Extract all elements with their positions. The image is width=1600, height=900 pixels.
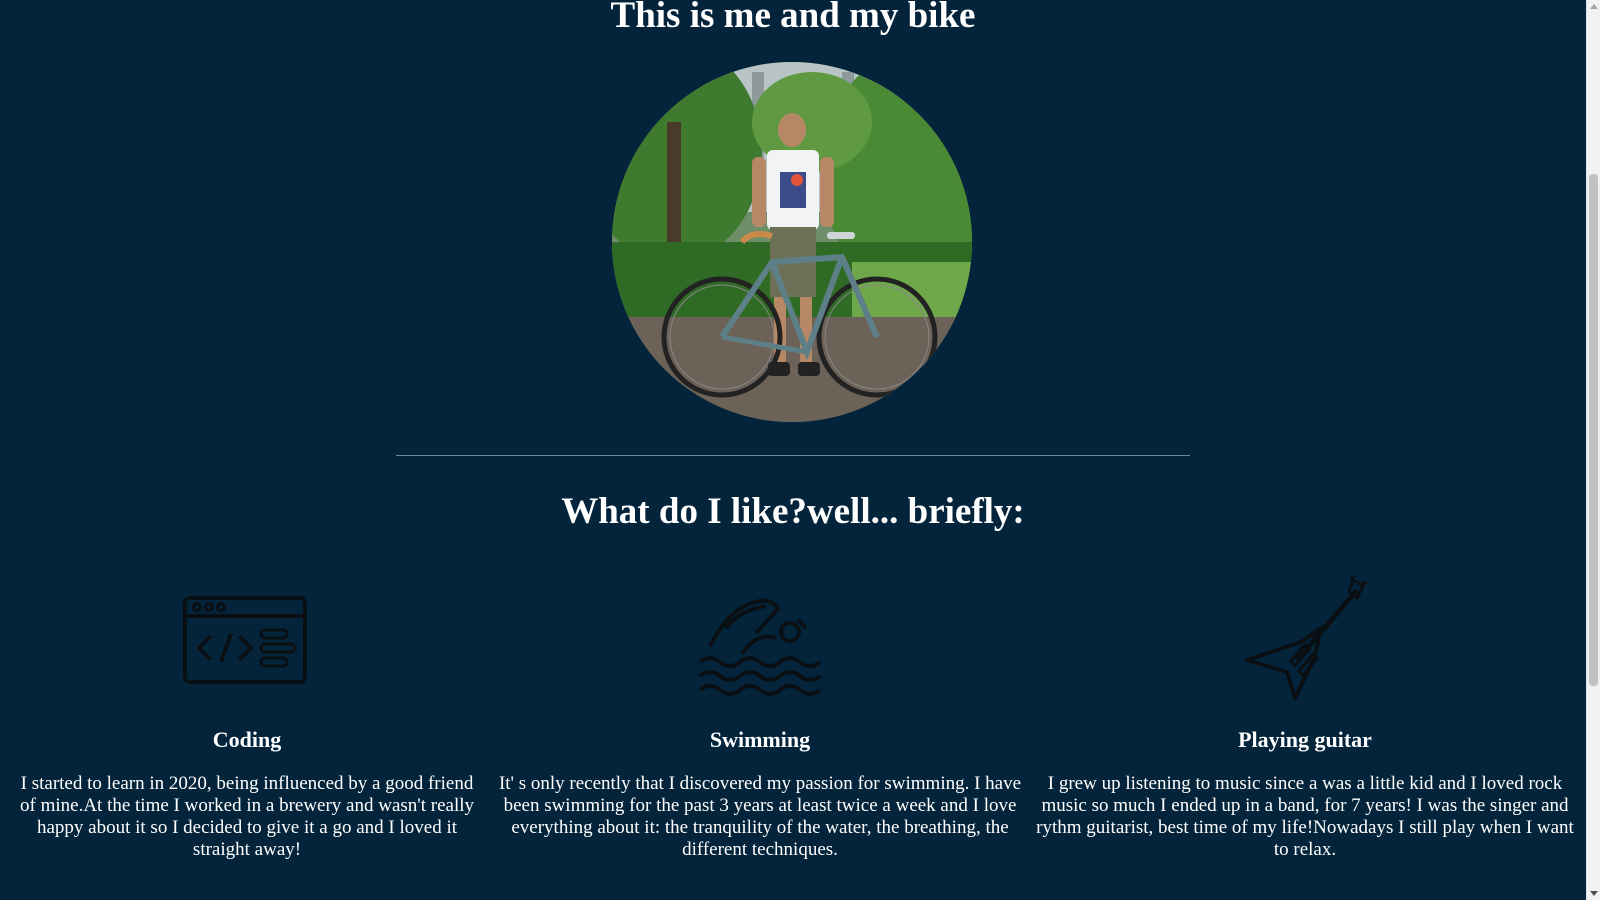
hobby-text-coding: I started to learn in 2020, being influe… xyxy=(20,773,474,860)
section-divider xyxy=(396,455,1190,456)
hobby-text-guitar: I grew up listening to music since a was… xyxy=(1036,773,1574,860)
swimmer-icon xyxy=(698,598,822,696)
hobby-card-guitar: Playing guitar I grew up listening to mu… xyxy=(1036,576,1574,860)
hobby-card-swimming: Swimming It' s only recently that I disc… xyxy=(494,576,1026,860)
likes-section-title: What do I like?well... briefly: xyxy=(561,491,1025,532)
hobby-text-swimming: It' s only recently that I discovered my… xyxy=(498,773,1022,860)
hobby-title-coding: Coding xyxy=(212,727,282,752)
profile-photo xyxy=(612,62,972,422)
hero-title: This is me and my bike xyxy=(610,0,976,36)
vertical-scrollbar[interactable] xyxy=(1586,0,1600,900)
hobby-card-coding: Coding I started to learn in 2020, being… xyxy=(16,576,478,860)
page: This is me and my bike What do I like?we… xyxy=(0,0,1586,900)
scroll-down-arrow-icon[interactable] xyxy=(1590,891,1598,896)
electric-guitar-icon xyxy=(1245,576,1368,700)
hobby-title-swimming: Swimming xyxy=(709,727,811,752)
code-window-icon xyxy=(183,596,307,684)
scroll-up-arrow-icon[interactable] xyxy=(1590,4,1598,9)
hobby-title-guitar: Playing guitar xyxy=(1238,727,1372,752)
scrollbar-thumb[interactable] xyxy=(1589,174,1598,686)
